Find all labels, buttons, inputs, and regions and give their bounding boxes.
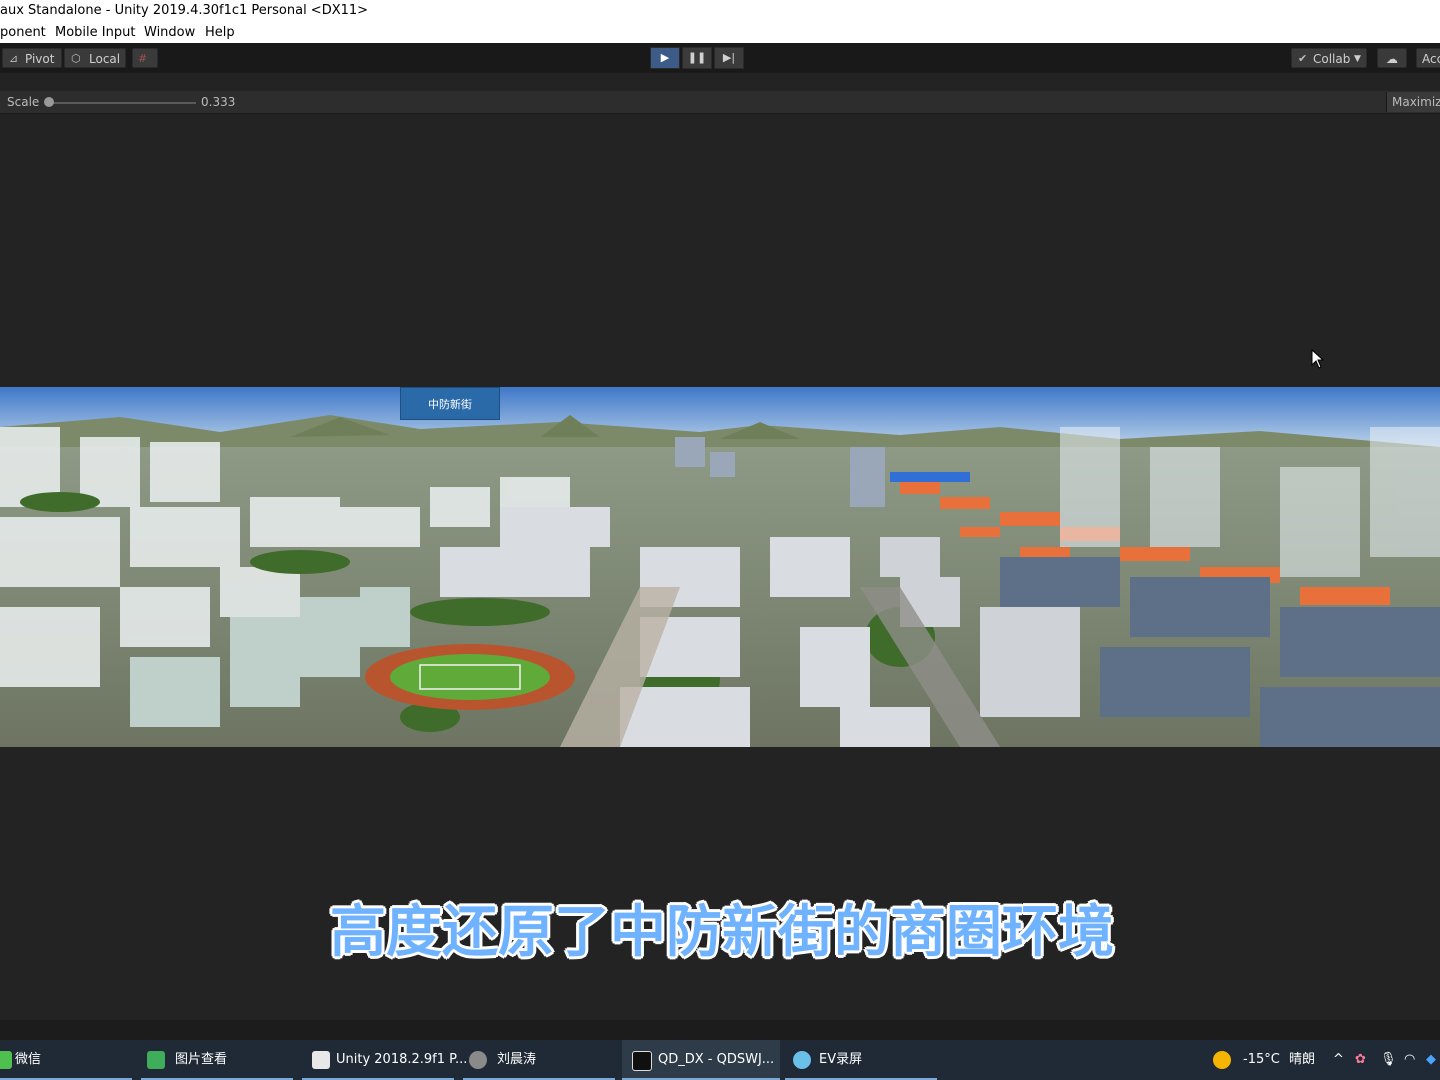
account-dropdown[interactable]: Acc [1416, 48, 1440, 68]
wifi-icon[interactable]: ◠ [1404, 1040, 1415, 1080]
cloud-icon: ☁ [1386, 52, 1398, 66]
cloud-button[interactable]: ☁ [1377, 48, 1407, 68]
menu-component[interactable]: ponent [0, 22, 46, 43]
task-label: 图片查看 [175, 1052, 228, 1067]
menu-bar: ponent Mobile Input Window Help [0, 22, 1440, 44]
pivot-toggle[interactable]: ⊿ Pivot [2, 48, 62, 68]
task-visual-studio[interactable]: QD_DX - QDSWJ... [622, 1040, 780, 1080]
local-label: Local [89, 52, 121, 66]
video-subtitle: 高度还原了中防新街的商圈环境 [330, 900, 1114, 965]
pause-button[interactable]: ❚❚ [682, 47, 712, 69]
task-label: EV录屏 [819, 1052, 863, 1067]
play-button[interactable]: ▶ [650, 47, 680, 69]
maximize-on-play-button[interactable]: Maximize [1386, 92, 1440, 112]
step-icon: ▶| [722, 51, 736, 64]
pivot-label: Pivot [25, 52, 55, 66]
task-unity[interactable]: Unity 2018.2.9f1 P... [302, 1040, 467, 1080]
wechat-icon [0, 1051, 12, 1069]
flower-app-icon[interactable]: ✿ [1355, 1040, 1366, 1080]
task-label: Unity 2018.2.9f1 P... [336, 1052, 468, 1067]
task-label: 微信 [15, 1052, 42, 1067]
scale-value: 0.333 [201, 95, 236, 109]
game-view-header [0, 73, 1440, 91]
window-titlebar: aux Standalone - Unity 2019.4.30f1c1 Per… [0, 0, 1440, 22]
local-cube-icon: ⬡ [71, 52, 81, 65]
ev-recorder-icon [793, 1051, 811, 1069]
taskbar: 微信 图片查看 Unity 2018.2.9f1 P... 刘晨涛 QD_DX … [0, 1040, 1440, 1080]
game-render-view[interactable] [0, 387, 1440, 747]
scale-label: Scale [7, 95, 40, 109]
user-avatar-icon [469, 1051, 487, 1069]
scale-bar: Scale 0.333 Maximize [0, 91, 1440, 114]
grid-icon: # [138, 52, 148, 65]
weather-temperature: -15°C [1243, 1052, 1280, 1067]
menu-window[interactable]: Window [144, 22, 195, 43]
menu-mobile-input[interactable]: Mobile Input [55, 22, 135, 43]
unity-icon [312, 1051, 330, 1069]
microphone-icon[interactable]: 🎙 [1380, 1040, 1397, 1080]
task-label: QD_DX - QDSWJ... [658, 1052, 775, 1067]
play-icon: ▶ [660, 51, 670, 64]
weather-condition: 晴朗 [1289, 1052, 1316, 1067]
task-wechat[interactable]: 微信 [0, 1040, 132, 1080]
show-hidden-icons-chevron-up-icon[interactable]: ^ [1333, 1040, 1344, 1080]
logo-watermark-text: 中防新街 [428, 398, 472, 411]
mouse-cursor-icon [1311, 349, 1325, 369]
menu-help[interactable]: Help [205, 22, 235, 43]
logo-watermark: 中防新街 [400, 387, 500, 420]
task-user-photo[interactable]: 刘晨涛 [463, 1040, 615, 1080]
task-ev-recorder[interactable]: EV录屏 [785, 1040, 937, 1080]
account-label: Acc [1422, 52, 1440, 66]
task-label: 刘晨涛 [497, 1052, 537, 1067]
unity-editor-icon [632, 1051, 652, 1071]
city-aerial-scene [0, 387, 1440, 747]
chevron-down-icon: ▼ [1354, 54, 1361, 64]
sun-icon [1213, 1051, 1231, 1069]
scale-slider-handle[interactable] [44, 97, 54, 107]
window-title: aux Standalone - Unity 2019.4.30f1c1 Per… [0, 3, 369, 18]
pause-icon: ❚❚ [687, 51, 707, 64]
check-icon: ✔ [1298, 52, 1308, 65]
step-button[interactable]: ▶| [714, 47, 744, 69]
pivot-icon: ⊿ [9, 52, 19, 65]
collab-dropdown[interactable]: ✔ Collab ▼ [1291, 48, 1367, 68]
game-view-bottom [0, 1020, 1440, 1040]
task-image-viewer[interactable]: 图片查看 [141, 1040, 293, 1080]
shield-icon[interactable]: ◆ [1426, 1040, 1436, 1080]
grid-snap-button[interactable]: # [132, 48, 158, 68]
local-toggle[interactable]: ⬡ Local [64, 48, 126, 68]
collab-label: Collab [1313, 52, 1351, 66]
image-viewer-icon [147, 1051, 165, 1069]
scale-slider-track[interactable] [48, 102, 196, 104]
